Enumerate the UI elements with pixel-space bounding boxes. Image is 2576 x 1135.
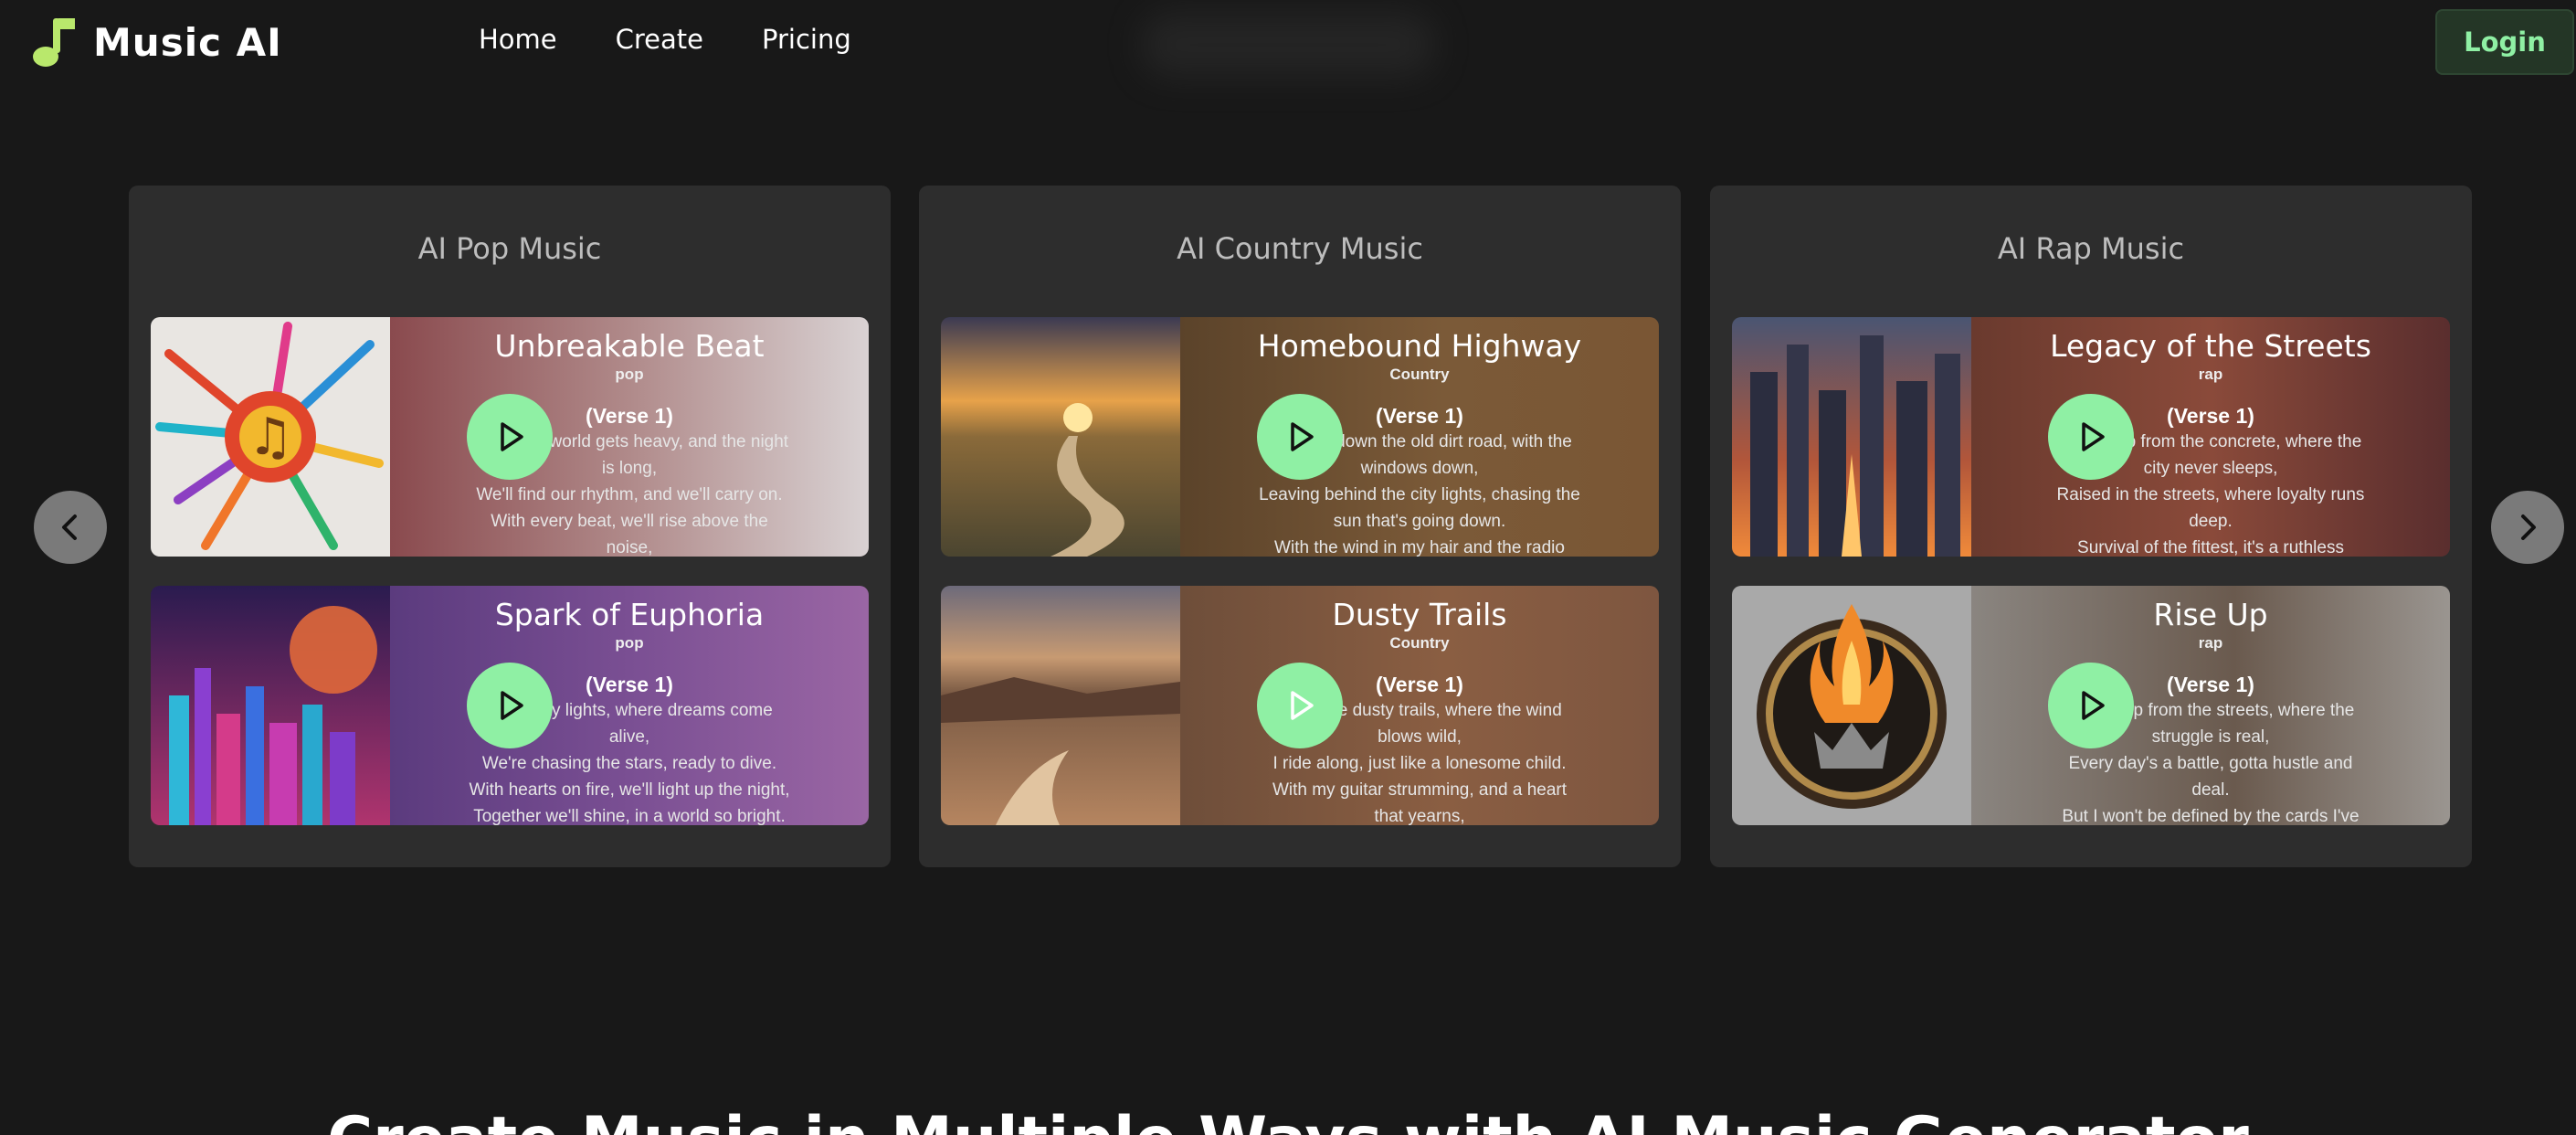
song-cover-art [941,586,1180,825]
blurred-decoration [1142,13,1434,77]
panel-title: AI Country Music [1177,231,1423,266]
song-card[interactable]: Dusty Trails Country (Verse 1) On these … [941,586,1659,825]
play-button[interactable] [1257,394,1343,480]
song-title: Dusty Trails [1332,597,1507,632]
song-info: Unbreakable Beat pop (Verse 1) When the … [390,328,869,557]
play-button[interactable] [2048,663,2134,748]
nav-home[interactable]: Home [479,24,557,55]
song-title: Unbreakable Beat [494,328,765,364]
brand-logo[interactable]: Music AI [31,16,282,68]
song-cover-art [151,586,390,825]
carousel-prev-button[interactable] [34,491,107,564]
chevron-right-icon [2521,514,2536,540]
play-icon [501,422,523,451]
song-title: Rise Up [2153,597,2268,632]
music-note-icon [33,18,75,67]
song-genre: pop [615,634,644,652]
song-title: Spark of Euphoria [494,597,765,632]
genre-panel-country: AI Country Music Homebound Highway Count… [919,186,1681,867]
song-info: Legacy of the Streets rap (Verse 1) I ca… [1971,328,2450,557]
song-genre: rap [2198,634,2223,652]
nav-create[interactable]: Create [616,24,703,55]
song-title: Legacy of the Streets [2050,328,2371,364]
main-nav: Home Create Pricing [479,24,851,55]
song-genre: pop [615,366,644,383]
song-cover-art [941,317,1180,557]
play-button[interactable] [467,394,553,480]
song-card[interactable]: Rise Up rap (Verse 1) I came up from the… [1732,586,2450,825]
song-title: Homebound Highway [1257,328,1582,364]
song-genre: Country [1389,366,1450,383]
play-button[interactable] [2048,394,2134,480]
play-button[interactable] [467,663,553,748]
section-heading: Create Music in Multiple Ways with AI Mu… [0,1104,2576,1135]
genre-panel-rap: AI Rap Music Legacy of the Streets rap (… [1710,186,2472,867]
panel-title: AI Pop Music [417,231,602,266]
song-cover-art [1732,317,1971,557]
song-info: Rise Up rap (Verse 1) I came up from the… [1971,597,2450,825]
song-card[interactable]: ♫ Unbreakable Beat pop (Verse 1) When th… [151,317,869,557]
site-header: Music AI Home Create Pricing Login [0,0,2576,84]
song-info: Spark of Euphoria pop (Verse 1) In the c… [390,597,869,825]
login-button[interactable]: Login [2435,9,2574,75]
play-icon [1291,691,1314,720]
play-icon [2082,422,2105,451]
song-genre: rap [2198,366,2223,383]
play-icon [1291,422,1314,451]
song-card[interactable]: Spark of Euphoria pop (Verse 1) In the c… [151,586,869,825]
play-button[interactable] [1257,663,1343,748]
song-cover-art: ♫ [151,317,390,557]
nav-pricing[interactable]: Pricing [762,24,851,55]
song-info: Dusty Trails Country (Verse 1) On these … [1180,597,1659,825]
song-card[interactable]: Legacy of the Streets rap (Verse 1) I ca… [1732,317,2450,557]
genre-panel-pop: AI Pop Music ♫ Unbreakable Beat pop (Ver… [129,186,891,867]
play-icon [501,691,523,720]
song-info: Homebound Highway Country (Verse 1) Crui… [1180,328,1659,557]
brand-name: Music AI [93,19,282,65]
chevron-left-icon [62,514,77,540]
song-cover-art [1732,586,1971,825]
panel-title: AI Rap Music [1997,231,2185,266]
song-card[interactable]: Homebound Highway Country (Verse 1) Crui… [941,317,1659,557]
carousel-next-button[interactable] [2491,491,2564,564]
play-icon [2082,691,2105,720]
song-genre: Country [1389,634,1450,652]
svg-text:♫: ♫ [248,408,293,467]
